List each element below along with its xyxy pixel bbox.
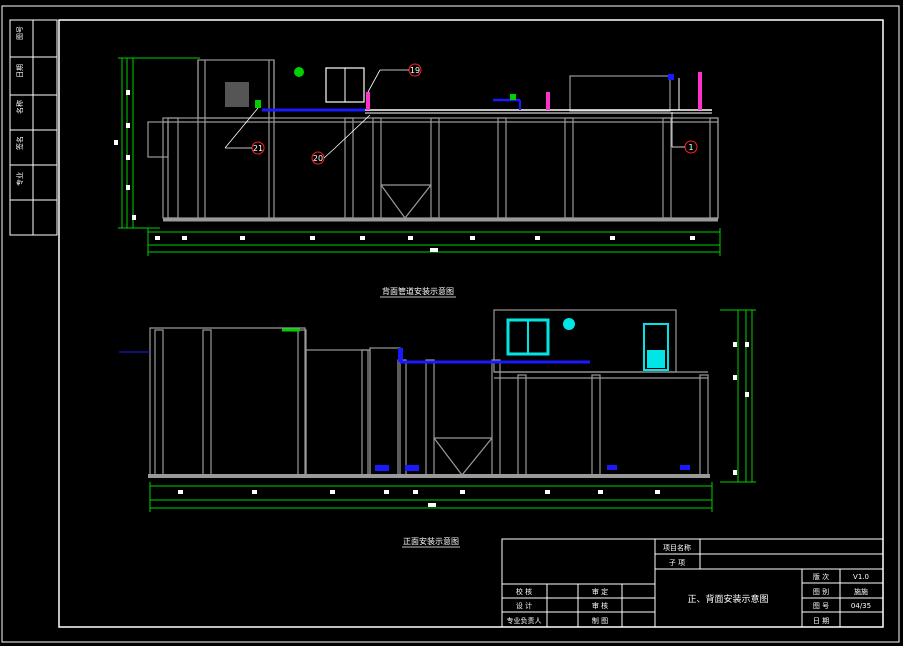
info-label: 图 别 xyxy=(813,587,829,596)
back-view-drawing: 19 21 20 1 背面管道安装示意图 xyxy=(114,57,721,298)
drawing-name: 正、背面安装示意图 xyxy=(687,593,768,605)
side-label: 专业 xyxy=(15,172,24,186)
callout-label: 1 xyxy=(688,143,693,152)
side-label: 日期 xyxy=(16,64,24,78)
info-label: 版 次 xyxy=(813,572,829,581)
info-value: V1.0 xyxy=(853,573,869,581)
callout-label: 20 xyxy=(313,154,323,163)
sign-label: 审 核 xyxy=(592,601,608,610)
sign-label: 专业负责人 xyxy=(507,616,542,625)
sign-label: 校 核 xyxy=(516,587,532,596)
info-label: 日 期 xyxy=(813,617,829,625)
callout-label: 19 xyxy=(410,66,420,75)
front-view-title: 正面安装示意图 xyxy=(403,536,459,546)
cad-drawing: 图号 日期 名称 签名 专业 19 21 20 1 背面管道安装示意图 正面安装… xyxy=(1,5,900,643)
back-view-title: 背面管道安装示意图 xyxy=(382,286,454,296)
front-view-drawing: 正面安装示意图 xyxy=(119,309,756,548)
info-label: 图 号 xyxy=(813,602,829,610)
side-label: 名称 xyxy=(15,100,24,114)
info-value: 施施 xyxy=(854,587,868,596)
sub-item-label: 子 项 xyxy=(669,559,685,567)
title-block xyxy=(501,538,884,628)
info-value: 04/35 xyxy=(851,602,871,610)
callout-label: 21 xyxy=(253,144,263,153)
side-strip: 图号 日期 名称 签名 专业 xyxy=(9,19,58,236)
project-name-label: 项目名称 xyxy=(663,543,691,552)
sign-label: 制 图 xyxy=(592,616,608,625)
side-label: 签名 xyxy=(15,136,24,150)
side-label: 图号 xyxy=(16,26,24,40)
sign-label: 审 定 xyxy=(592,587,608,596)
inner-border xyxy=(58,19,884,628)
sign-label: 设 计 xyxy=(516,601,532,610)
